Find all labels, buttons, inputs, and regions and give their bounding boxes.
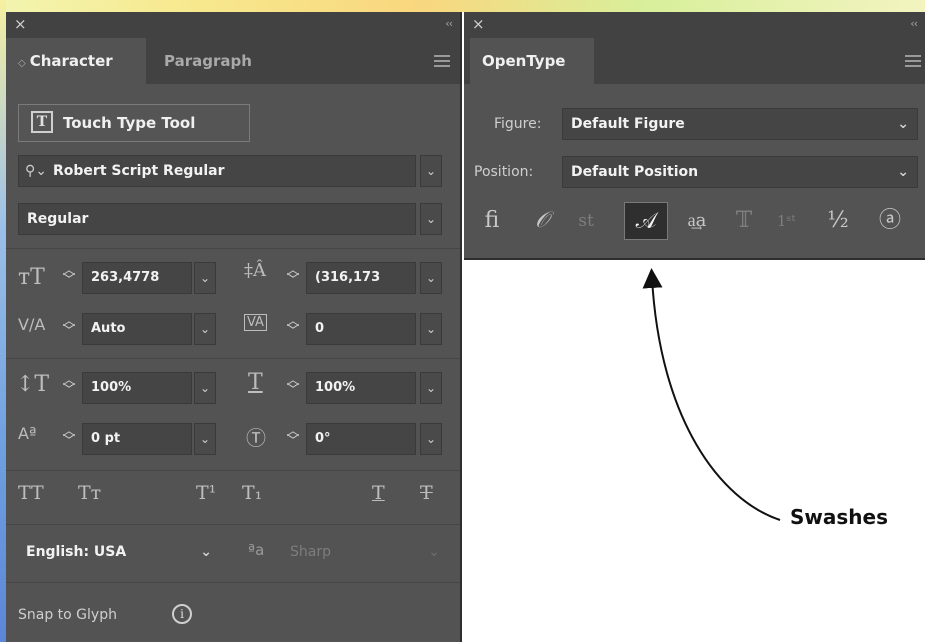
all-caps-button[interactable]: TT — [18, 482, 44, 504]
leading-field[interactable]: (316,173 — [306, 262, 416, 294]
font-style-field[interactable]: Regular — [18, 203, 416, 235]
divider — [6, 582, 460, 583]
baseline-shift-field[interactable]: 0 pt — [82, 423, 192, 455]
chevron-down-icon: ⌄ — [200, 544, 212, 560]
horizontal-scale-field[interactable]: 100% — [306, 372, 416, 404]
position-select[interactable]: Default Position ⌄ — [562, 156, 918, 188]
rotation-stepper[interactable]: ︿ ﹀ — [286, 425, 300, 448]
info-icon[interactable]: i — [172, 604, 192, 624]
discretionary-ligatures-button: st — [578, 211, 594, 231]
tab-paragraph[interactable]: Paragraph — [152, 38, 282, 84]
stylistic-sets-button[interactable]: ⓐ — [870, 202, 910, 240]
tracking-icon: VA — [244, 314, 267, 331]
opentype-panel-titlebar: × ‹‹ — [464, 12, 925, 38]
font-size-icon: тT — [18, 265, 45, 290]
font-style-dropdown[interactable]: ⌄ — [420, 203, 442, 235]
close-icon[interactable]: × — [472, 15, 485, 33]
chevron-down-icon: ⌄ — [428, 544, 440, 560]
tracking-dropdown[interactable]: ⌄ — [420, 313, 442, 345]
superscript-button[interactable]: T¹ — [196, 482, 216, 504]
vertical-scale-icon: ↕T — [16, 372, 50, 397]
underline-button[interactable]: T — [372, 482, 385, 504]
arrow-path — [642, 268, 781, 521]
leading-stepper[interactable]: ︿ ﹀ — [286, 264, 300, 287]
horizontal-scale-icon: T — [248, 370, 263, 395]
chevron-down-icon: ⌄ — [897, 164, 909, 180]
panel-menu-icon[interactable] — [905, 55, 921, 67]
touch-type-tool-button[interactable]: T Touch Type Tool — [18, 104, 250, 142]
small-caps-button[interactable]: Tт — [78, 482, 101, 504]
figure-select[interactable]: Default Figure ⌄ — [562, 108, 918, 140]
leading-icon: ‡Â — [244, 260, 266, 281]
kerning-dropdown[interactable]: ⌄ — [194, 313, 216, 345]
tab-opentype[interactable]: OpenType — [470, 38, 594, 84]
baseline-shift-stepper[interactable]: ︿ ﹀ — [62, 425, 76, 448]
divider — [6, 470, 460, 471]
character-panel: × ‹‹ ◇ Character Paragraph T Touch Type T… — [6, 12, 462, 642]
font-size-stepper[interactable]: ︿ ﹀ — [62, 264, 76, 287]
kerning-stepper[interactable]: ︿ ﹀ — [62, 315, 76, 338]
collapse-icon[interactable]: ‹‹ — [910, 17, 918, 30]
character-tabbar: ◇ Character Paragraph — [6, 38, 460, 84]
baseline-shift-dropdown[interactable]: ⌄ — [194, 423, 216, 455]
horizontal-scale-stepper[interactable]: ︿ ﹀ — [286, 374, 300, 397]
font-size-field[interactable]: 263,4778 — [82, 262, 192, 294]
opentype-tabbar: OpenType — [464, 38, 925, 84]
font-size-dropdown[interactable]: ⌄ — [194, 262, 216, 294]
vertical-scale-stepper[interactable]: ︿ ﹀ — [62, 374, 76, 397]
standard-ligatures-button[interactable]: ﬁ — [474, 202, 510, 240]
anti-aliasing-icon: ªa — [248, 541, 265, 559]
tab-character[interactable]: ◇ Character — [6, 38, 146, 84]
vertical-scale-dropdown[interactable]: ⌄ — [194, 372, 216, 404]
tracking-stepper[interactable]: ︿ ﹀ — [286, 315, 300, 338]
ordinals-button: 1ˢᵗ — [776, 212, 796, 230]
font-family-dropdown[interactable]: ⌄ — [420, 155, 442, 187]
chevron-down-icon: ⌄ — [897, 116, 909, 132]
divider — [6, 248, 460, 249]
baseline-shift-icon: Aª — [18, 424, 37, 443]
character-panel-titlebar: × ‹‹ — [6, 12, 460, 38]
position-label: Position: — [474, 164, 534, 180]
rotation-dropdown[interactable]: ⌄ — [420, 423, 442, 455]
leading-dropdown[interactable]: ⌄ — [420, 262, 442, 294]
fractions-button[interactable]: ½ — [820, 202, 856, 240]
figure-label: Figure: — [494, 116, 542, 132]
font-family-field[interactable]: ⚲⌄ Robert Script Regular — [18, 155, 416, 187]
titling-alternates-button: 𝕋 — [735, 208, 753, 233]
tab-expand-icon: ◇ — [18, 58, 26, 69]
contextual-alternates-button[interactable]: 𝒪 — [524, 202, 560, 240]
kerning-icon: V/A — [18, 315, 46, 334]
search-icon: ⚲⌄ — [25, 163, 47, 179]
strikethrough-button[interactable]: T — [420, 482, 433, 504]
swashes-callout: Swashes — [790, 505, 888, 529]
subscript-button[interactable]: T₁ — [242, 482, 262, 504]
opentype-panel: × ‹‹ OpenType Figure: Default Figure ⌄ P… — [464, 12, 925, 260]
rotation-field[interactable]: 0° — [306, 423, 416, 455]
language-select[interactable]: English: USA ⌄ — [18, 537, 218, 569]
close-icon[interactable]: × — [14, 15, 27, 33]
panel-menu-icon[interactable] — [434, 55, 450, 67]
vertical-scale-field[interactable]: 100% — [82, 372, 192, 404]
divider — [6, 524, 460, 525]
anti-aliasing-select: Sharp ⌄ — [282, 537, 446, 569]
rotation-icon: Ⓣ — [246, 426, 266, 450]
horizontal-scale-dropdown[interactable]: ⌄ — [420, 372, 442, 404]
background-strip — [0, 0, 925, 12]
stylistic-alternates-button[interactable]: a͢a — [676, 202, 718, 240]
tracking-field[interactable]: 0 — [306, 313, 416, 345]
kerning-field[interactable]: Auto — [82, 313, 192, 345]
collapse-icon[interactable]: ‹‹ — [445, 17, 453, 30]
divider — [6, 358, 460, 359]
snap-to-glyph-label: Snap to Glyph — [18, 607, 117, 623]
touch-type-icon: T — [31, 111, 53, 133]
swash-button[interactable]: 𝒜 — [624, 202, 668, 240]
